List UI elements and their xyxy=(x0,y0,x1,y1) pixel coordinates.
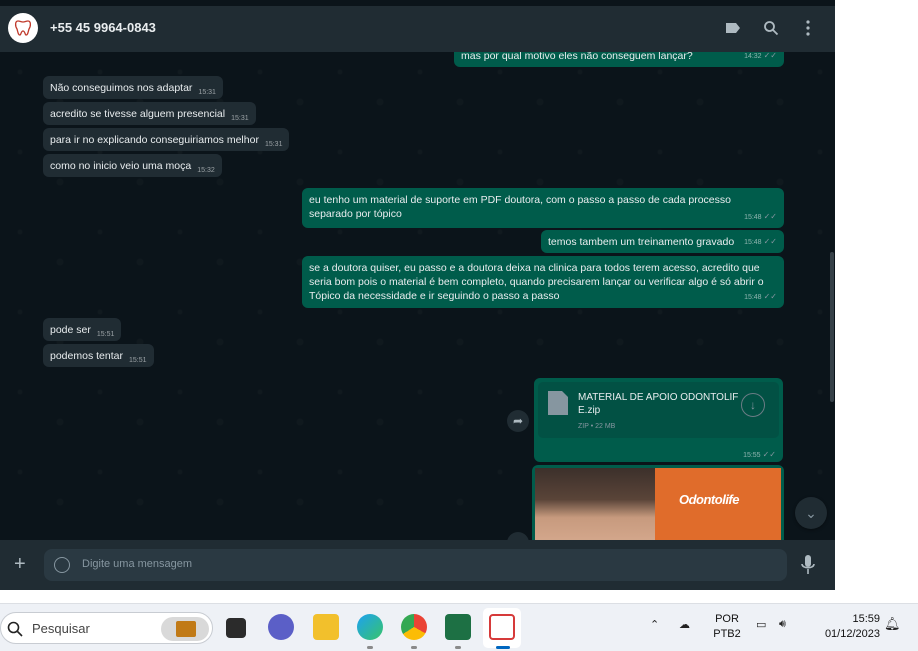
message-text: temos tambem um treinamento gravado xyxy=(548,236,735,248)
menu-dots-icon[interactable] xyxy=(798,18,818,38)
message-text: podemos tentar xyxy=(50,350,123,362)
message-bubble-out[interactable]: se a doutora quiser, eu passo e a doutor… xyxy=(302,256,784,308)
system-clock[interactable]: 15:59 01/12/2023 xyxy=(808,612,880,642)
edge-icon[interactable] xyxy=(357,614,383,640)
chat-area[interactable]: mas por qual motivo eles não conseguem l… xyxy=(0,52,835,540)
file-attachment[interactable]: MATERIAL DE APOIO ODONTOLIF E.zip ZIP • … xyxy=(538,382,779,438)
network-off-icon[interactable]: ☁ xyxy=(679,618,690,631)
message-text: como no inicio veio uma moça xyxy=(50,160,192,172)
message-bubble-out[interactable]: temos tambem um treinamento gravado 15:4… xyxy=(541,230,784,253)
volume-icon[interactable]: 🔊︎ xyxy=(779,618,786,631)
tooth-logo-icon xyxy=(14,20,32,36)
message-text: Não conseguimos nos adaptar xyxy=(50,82,193,94)
chrome-icon[interactable] xyxy=(401,614,427,640)
download-icon[interactable]: ↓ xyxy=(741,393,765,417)
display-icon[interactable]: ▭ xyxy=(756,618,766,631)
double-check-icon: ✓✓ xyxy=(763,237,777,246)
scroll-down-button[interactable]: ⌄ xyxy=(795,497,827,529)
label-icon[interactable] xyxy=(723,18,743,38)
message-time: 15:48 xyxy=(744,239,762,246)
snipping-tool-icon xyxy=(489,614,515,640)
message-bubble-out[interactable]: eu tenho um material de suporte em PDF d… xyxy=(302,188,784,228)
taskbar-search[interactable]: Pesquisar xyxy=(0,612,213,644)
message-bubble-in[interactable]: podemos tentar 15:51 xyxy=(43,344,154,367)
whatsapp-window: +55 45 9964-0843 mas por qual motivo ele… xyxy=(0,0,835,590)
chevron-up-icon[interactable]: ⌃ xyxy=(650,618,659,631)
message-text: para ir no explicando conseguiriamos mel… xyxy=(50,134,259,146)
double-check-icon: ✓✓ xyxy=(763,292,777,301)
file-explorer-icon[interactable] xyxy=(313,614,339,640)
double-check-icon: ✓✓ xyxy=(762,450,776,459)
message-text: pode ser xyxy=(50,324,91,336)
search-icon[interactable] xyxy=(761,18,781,38)
search-highlight-badge[interactable] xyxy=(161,617,209,641)
message-bubble-in[interactable]: acredito se tivesse alguem presencial 15:… xyxy=(43,102,256,125)
message-time: 14:32 xyxy=(744,53,762,60)
message-text: se a doutora quiser, eu passo e a doutor… xyxy=(309,262,764,302)
message-time: 15:31 xyxy=(198,89,216,96)
message-placeholder: Digite uma mensagem xyxy=(82,558,193,570)
message-bubble-in[interactable]: Não conseguimos nos adaptar 15:31 xyxy=(43,76,223,99)
desktop-background xyxy=(835,6,918,590)
message-text: mas por qual motivo eles não conseguem l… xyxy=(461,52,693,62)
message-time: 15:55 xyxy=(743,452,761,459)
snipping-tool-active[interactable] xyxy=(483,608,521,648)
forward-icon[interactable]: ➦ xyxy=(507,410,529,432)
briefcase-icon xyxy=(176,621,196,637)
brand-banner: Odontolife xyxy=(655,468,781,540)
contact-name[interactable]: +55 45 9964-0843 xyxy=(50,20,156,35)
message-composer: + Digite uma mensagem xyxy=(0,540,835,590)
file-name: MATERIAL DE APOIO ODONTOLIF E.zip xyxy=(578,392,739,416)
message-time: 15:51 xyxy=(96,331,115,338)
search-placeholder: Pesquisar xyxy=(32,621,90,636)
file-message[interactable]: MATERIAL DE APOIO ODONTOLIF E.zip ZIP • … xyxy=(534,378,783,462)
contact-avatar[interactable] xyxy=(8,13,38,43)
message-input[interactable]: Digite uma mensagem xyxy=(44,549,787,581)
message-bubble-in[interactable]: pode ser 15:51 xyxy=(43,318,122,341)
message-time: 15:31 xyxy=(231,115,249,122)
search-icon xyxy=(7,621,23,637)
message-text: acredito se tivesse alguem presencial xyxy=(50,108,226,120)
windows-taskbar: Pesquisar ⌃ ☁ POR PTB2 ▭ 🔊︎ 15:59 01/12/… xyxy=(0,603,918,651)
forward-icon[interactable]: ➦ xyxy=(507,532,529,540)
message-time: 15:31 xyxy=(264,141,283,148)
teams-icon[interactable] xyxy=(268,614,294,640)
photo-woman xyxy=(535,468,655,540)
microphone-icon[interactable] xyxy=(800,554,816,576)
notification-bell-icon[interactable]: 🔔︎ xyxy=(884,616,901,632)
double-check-icon: ✓✓ xyxy=(763,212,777,221)
image-message[interactable]: Odontolife xyxy=(532,465,784,540)
chat-header[interactable]: +55 45 9964-0843 xyxy=(0,6,835,52)
message-time: 15:48 xyxy=(744,294,762,301)
language-indicator[interactable]: POR PTB2 xyxy=(712,612,742,642)
double-check-icon: ✓✓ xyxy=(763,52,777,60)
message-bubble-in[interactable]: como no inicio veio uma moça 15:32 xyxy=(43,154,222,177)
attach-plus-icon[interactable]: + xyxy=(14,554,26,574)
emoji-icon[interactable] xyxy=(54,557,70,573)
message-bubble-out[interactable]: mas por qual motivo eles não conseguem l… xyxy=(454,52,784,67)
message-text: eu tenho um material de suporte em PDF d… xyxy=(309,194,731,220)
message-bubble-in[interactable]: para ir no explicando conseguiriamos mel… xyxy=(43,128,290,151)
document-icon xyxy=(548,391,568,415)
message-time: 15:48 xyxy=(744,214,762,221)
excel-icon[interactable] xyxy=(445,614,471,640)
message-time: 15:32 xyxy=(197,167,215,174)
task-view-icon[interactable] xyxy=(226,618,246,638)
chat-scrollbar[interactable] xyxy=(830,252,834,402)
message-time: 15:51 xyxy=(128,357,147,364)
odontolife-logo: Odontolife xyxy=(679,492,740,507)
file-meta: ZIP • 22 MB xyxy=(578,423,616,430)
